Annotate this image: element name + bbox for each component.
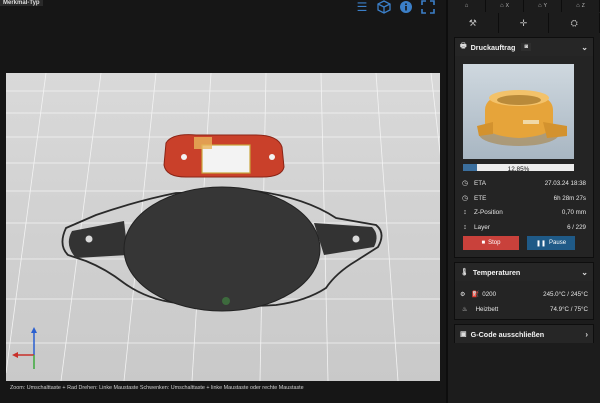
home-all-button[interactable]: ⌂ [448, 0, 486, 12]
tool-buttons: ⚒ ✛ ⛭ [448, 13, 600, 33]
stop-button[interactable]: ■ Stop [463, 236, 519, 250]
home-tabs: ⌂ ⌂ X ⌂ Y ⌂ Z [448, 0, 600, 12]
clock-icon: ◷ [461, 180, 469, 187]
chevron-down-icon[interactable]: ⌄ [581, 268, 588, 277]
viewer-controls-hint: Zoom: Umschalttaste + Rad Drehen: Linke … [10, 385, 304, 391]
temperatures-title: Temperaturen [472, 267, 521, 277]
print-job-title: Druckauftrag [470, 42, 516, 52]
axes-icon[interactable]: ✛ [499, 13, 550, 33]
info-icon[interactable] [399, 0, 413, 14]
print-thumbnail [463, 64, 574, 159]
home-y-icon: ⌂ [538, 3, 542, 9]
gcode-exclude-header[interactable]: ▣ G-Code ausschließen › [455, 325, 593, 343]
home-z-button[interactable]: ⌂ Z [562, 0, 600, 12]
z-position-row: ↕ Z-Position 0,70 mm [460, 206, 586, 218]
home-z-icon: ⌂ [576, 3, 580, 9]
thermometer-icon: 🌡 [460, 269, 469, 276]
gcode-exclude-card[interactable]: ▣ G-Code ausschließen › [454, 324, 594, 343]
viewer-footer: Zoom: Umschalttaste + Rad Drehen: Linke … [0, 381, 446, 403]
chevron-right-icon[interactable]: › [585, 330, 588, 339]
viewer-toolbar: Merkmal-Typ ☰ [0, 0, 446, 20]
side-panel: ⌂ ⌂ X ⌂ Y ⌂ Z ⚒ ✛ ⛭ 🖶 Druckauftrag ◙ ⌄ 12,8… [446, 0, 600, 403]
print-icon: 🖶 [460, 42, 467, 50]
print-progress-label: 12,85% [507, 166, 530, 173]
feature-type-tag[interactable]: Merkmal-Typ [0, 0, 43, 6]
eta-row: ◷ ETA 27.03.24 18:38 [461, 179, 586, 188]
extruder-temp-row[interactable]: ⚙ ⛽ 0200 245.0°C / 245°C [460, 288, 588, 300]
heatbed-temp-row[interactable]: ♨ Heizbett 74.9°C / 75°C [460, 303, 588, 315]
layer-icon: ↕ [463, 223, 467, 231]
heatbed-icon: ♨ [462, 305, 468, 313]
home-y-button[interactable]: ⌂ Y [524, 0, 562, 12]
extruder-tool-icon[interactable]: ⛭ [549, 13, 600, 33]
camera-icon[interactable]: ◙ [521, 43, 532, 51]
print-job-header[interactable]: 🖶 Druckauftrag ◙ ⌄ [455, 38, 593, 56]
chevron-down-icon[interactable]: ⌄ [581, 43, 588, 52]
build-plate-scene[interactable] [6, 73, 440, 381]
pause-button[interactable]: ❚❚ Pause [527, 236, 575, 250]
cube-icon[interactable] [377, 0, 391, 14]
gcode-icon: ▣ [460, 331, 467, 338]
tools-icon[interactable]: ⚒ [448, 13, 499, 33]
settings-icon[interactable]: ⚙ [460, 291, 466, 298]
stop-icon: ■ [481, 240, 486, 246]
3d-viewer[interactable]: Merkmal-Typ ☰ Zoom: Umschalttaste + Rad … [0, 0, 446, 403]
temperatures-header[interactable]: 🌡 Temperaturen ⌄ [455, 263, 593, 281]
layer-row: ↕ Layer 6 / 229 [460, 221, 586, 233]
list-icon[interactable]: ☰ [355, 0, 369, 14]
home-x-button[interactable]: ⌂ X [486, 0, 524, 12]
home-x-icon: ⌂ [500, 3, 504, 9]
home-icon: ⌂ [464, 3, 469, 9]
fullscreen-icon[interactable] [421, 0, 435, 14]
clock-icon: ◷ [461, 195, 469, 202]
extruder-icon: ⛽ [471, 291, 480, 298]
ete-row: ◷ ETE 6h 28m 27s [461, 194, 586, 203]
gcode-exclude-title: G-Code ausschließen [470, 329, 545, 339]
pause-icon: ❚❚ [535, 240, 547, 247]
z-position-icon: ↕ [463, 208, 467, 216]
